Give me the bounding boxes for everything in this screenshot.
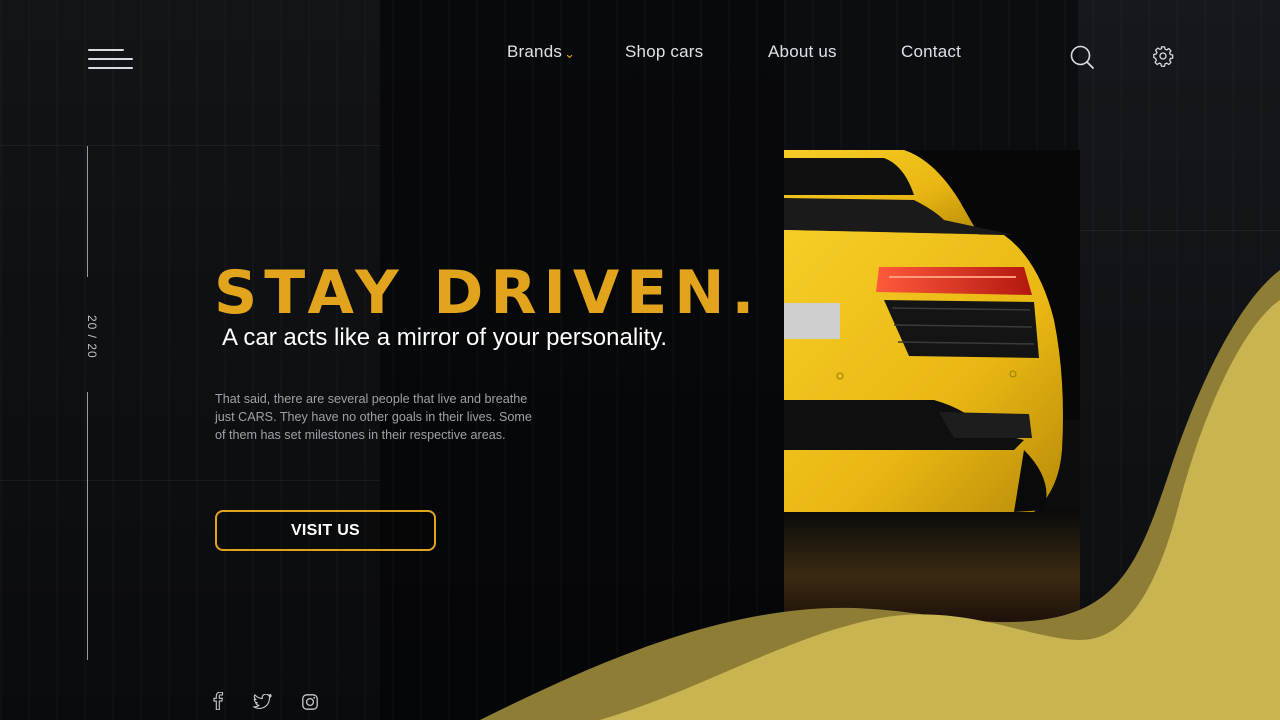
- facebook-icon[interactable]: [212, 691, 224, 715]
- instagram-icon[interactable]: [302, 694, 318, 715]
- twitter-icon[interactable]: [253, 693, 272, 715]
- decorative-wave: [480, 270, 1280, 720]
